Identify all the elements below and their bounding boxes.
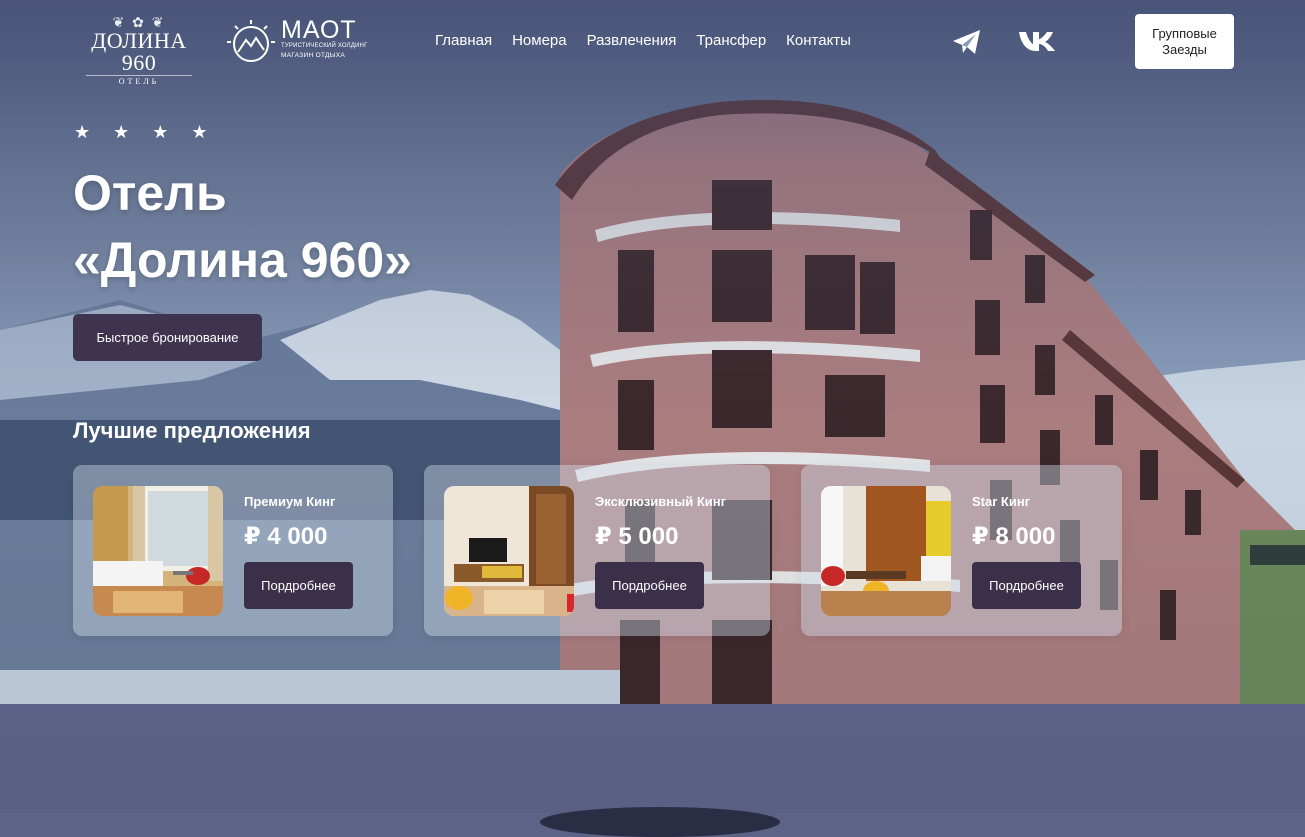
offer-details-button[interactable]: Пордробнее [595,562,704,609]
maot-title: МАОТ [281,16,357,44]
offer-card[interactable]: Премиум Кинг ₽ 4 000 Пордробнее [73,465,393,636]
best-offers-heading: Лучшие предложения [73,418,311,443]
offer-name: Star Кинг [972,494,1031,509]
logo-dolina-name: ДОЛИНА 960 [91,28,187,75]
star-icon: ★ [191,122,208,142]
offer-card[interactable]: Star Кинг ₽ 8 000 Пордробнее [801,465,1122,636]
room-photo [93,486,223,616]
nav-transfer[interactable]: Трансфер [696,32,766,54]
next-section-background [0,704,1305,813]
offer-details-button[interactable]: Пордробнее [244,562,353,609]
offer-name: Премиум Кинг [244,494,336,509]
star-icon: ★ [152,122,169,142]
offer-price: ₽ 5 000 [595,523,679,550]
room-photo [821,486,951,616]
dolina-960-logo[interactable]: ❦ ✿ ❦ ДОЛИНА 960 ОТЕЛЬ [74,14,204,86]
maot-subtitle-2: МАГАЗИН ОТДЫХА [281,52,346,59]
offer-name: Эксклюзивный Кинг [595,494,727,509]
star-icon: ★ [74,122,91,142]
sun-mountain-icon [227,20,275,62]
telegram-icon[interactable] [952,29,982,55]
nav-rooms[interactable]: Номера [512,32,567,54]
offer-price: ₽ 8 000 [972,523,1056,550]
next-section-decoration [540,807,780,837]
hotel-rating: ★ ★ ★ ★ [74,122,208,142]
hero-title: Отель «Долина 960» [73,160,412,294]
main-nav: Главная Номера Развлечения Трансфер Конт… [435,32,851,54]
nav-entertainment[interactable]: Развлечения [587,32,677,54]
group-button-line1: Групповые [1152,25,1217,41]
offer-card[interactable]: Эксклюзивный Кинг ₽ 5 000 Пордробнее [424,465,770,636]
hero-title-line1: Отель [73,165,227,221]
group-arrivals-button[interactable]: Групповые Заезды [1135,14,1234,69]
offer-price: ₽ 4 000 [244,523,328,550]
maot-subtitle-1: ТУРИСТИЧЕСКИЙ ХОЛДИНГ [281,43,368,49]
nav-home[interactable]: Главная [435,32,492,54]
logo-ornament-icon: ❦ ✿ ❦ [112,14,166,30]
maot-logo[interactable]: МАОТ ТУРИСТИЧЕСКИЙ ХОЛДИНГ МАГАЗИН ОТДЫХ… [225,16,367,66]
room-photo [444,486,574,616]
nav-contacts[interactable]: Контакты [786,32,851,54]
star-icon: ★ [113,122,130,142]
hero-title-line2: «Долина 960» [73,232,412,288]
quick-booking-button[interactable]: Быстрое бронирование [73,314,262,361]
logo-dolina-sub: ОТЕЛЬ [86,75,192,88]
group-button-line2: Заезды [1162,41,1207,57]
vk-icon[interactable] [1018,29,1056,53]
offer-details-button[interactable]: Пордробнее [972,562,1081,609]
